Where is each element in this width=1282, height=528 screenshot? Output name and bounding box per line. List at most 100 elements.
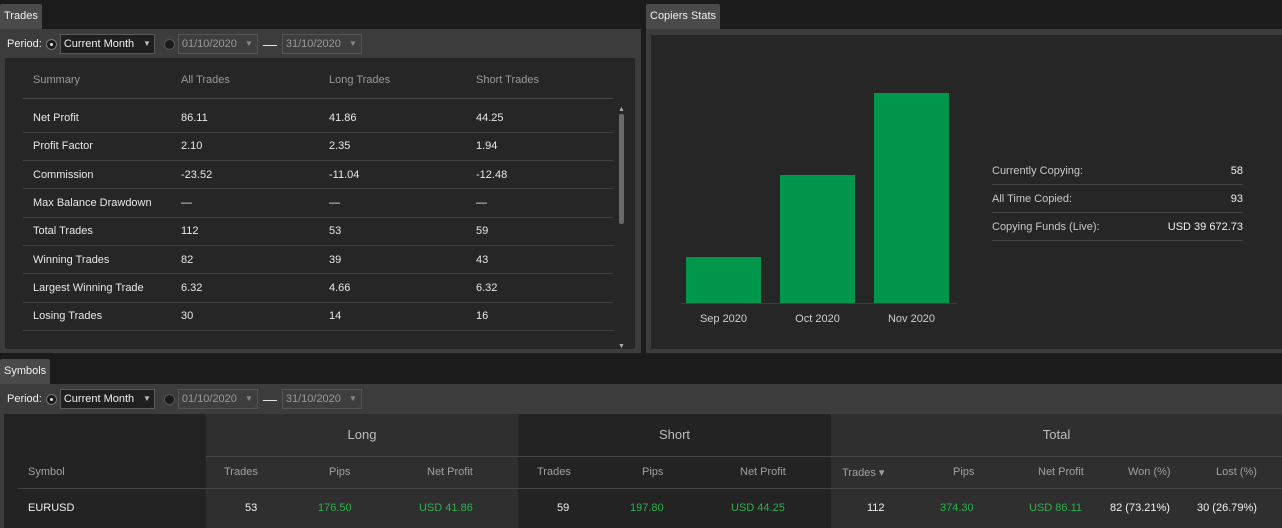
date-from-picker[interactable]: 01/10/2020 ▼ (177, 34, 258, 54)
stat-copying-funds: Copying Funds (Live): USD 39 672.73 (992, 213, 1243, 241)
stat-value: 58 (1230, 164, 1243, 177)
table-cell: 53 (319, 217, 466, 246)
header-divider (18, 488, 1282, 489)
table-cell: Winning Trades (23, 245, 171, 275)
column-header-total-trades[interactable]: Trades ▾ (842, 466, 884, 479)
table-cell: 2.10 (171, 132, 319, 162)
chevron-down-icon: ▼ (244, 394, 253, 403)
table-cell: 44.25 (466, 104, 613, 133)
table-row: Winning Trades 82 39 43 (23, 245, 613, 275)
table-cell: -23.52 (171, 160, 319, 190)
tab-trades[interactable]: Trades (0, 4, 42, 29)
column-header-lost[interactable]: Lost (%) (1216, 466, 1257, 478)
date-to-picker[interactable]: 31/10/2020 ▼ (281, 389, 362, 409)
table-cell: Profit Factor (23, 132, 171, 162)
column-header-short-pips[interactable]: Pips (642, 466, 663, 478)
table-cell: Losing Trades (23, 302, 171, 331)
trades-period-controls: Period: Current Month ▼ 01/10/2020 ▼ — 3… (7, 34, 362, 54)
table-cell: 41.86 (319, 104, 466, 133)
table-cell: 30 (171, 302, 319, 331)
trades-summary-table: Summary All Trades Long Trades Short Tra… (23, 58, 613, 331)
scroll-up-icon[interactable]: ▲ (618, 106, 625, 113)
period-preset-radio[interactable] (45, 393, 57, 405)
table-cell: 2.35 (319, 132, 466, 162)
stat-label: Copying Funds (Live): (992, 220, 1100, 233)
group-header-total: Total (1042, 427, 1071, 442)
stat-currently-copying: Currently Copying: 58 (992, 157, 1243, 185)
period-label: Period: (7, 38, 42, 50)
column-header-total-pips[interactable]: Pips (953, 466, 974, 478)
date-separator: — (262, 391, 277, 407)
table-cell: 43 (466, 245, 613, 275)
group-header-long: Long (347, 427, 377, 442)
table-cell: 82 (171, 245, 319, 275)
period-select[interactable]: Current Month ▼ (59, 389, 155, 409)
symbol-cell[interactable]: EURUSD (28, 502, 74, 514)
table-cell: 16 (466, 302, 613, 331)
table-cell: 6.32 (466, 273, 613, 303)
short-trades-cell: 59 (557, 502, 570, 514)
long-trades-cell: 53 (245, 502, 258, 514)
long-pips-cell: 176.50 (318, 502, 352, 514)
date-from-picker[interactable]: 01/10/2020 ▼ (177, 389, 258, 409)
chevron-down-icon: ▼ (348, 39, 357, 48)
period-custom-radio[interactable] (163, 38, 175, 50)
date-from-value: 01/10/2020 (181, 38, 237, 50)
column-header-long-pips[interactable]: Pips (329, 466, 350, 478)
chevron-down-icon: ▼ (348, 394, 357, 403)
column-header: All Trades (181, 73, 230, 86)
table-cell: -12.48 (466, 160, 613, 190)
table-cell: -11.04 (319, 160, 466, 190)
table-row: Profit Factor 2.10 2.35 1.94 (23, 132, 613, 162)
total-pips-cell: 374.30 (940, 502, 974, 514)
tab-symbols[interactable]: Symbols (0, 359, 51, 384)
table-cell: Total Trades (23, 217, 171, 246)
date-from-value: 01/10/2020 (181, 393, 237, 405)
column-header-long-profit[interactable]: Net Profit (427, 466, 473, 478)
stat-value: USD 39 672.73 (1167, 220, 1243, 233)
period-custom-radio[interactable] (163, 393, 175, 405)
table-cell: 4.66 (319, 273, 466, 303)
column-header-short-profit[interactable]: Net Profit (740, 466, 786, 478)
period-label: Period: (7, 393, 42, 405)
table-cell: 112 (171, 217, 319, 246)
date-to-picker[interactable]: 31/10/2020 ▼ (281, 34, 362, 54)
group-header-short: Short (658, 427, 691, 442)
column-header-total-profit[interactable]: Net Profit (1038, 466, 1084, 478)
chart-x-tick-label: Oct 2020 (795, 313, 840, 325)
date-to-value: 31/10/2020 (285, 393, 341, 405)
column-header: Short Trades (476, 73, 539, 86)
stat-all-time-copied: All Time Copied: 93 (992, 185, 1243, 213)
scroll-down-icon[interactable]: ▼ (618, 343, 625, 350)
trades-panel: Period: Current Month ▼ 01/10/2020 ▼ — 3… (0, 29, 641, 353)
table-cell: — (171, 188, 319, 218)
long-profit-cell: USD 41.86 (419, 502, 473, 514)
lost-cell: 30 (26.79%) (1197, 502, 1257, 514)
column-header: Long Trades (329, 73, 391, 86)
chart-bar (686, 256, 761, 303)
chevron-down-icon: ▼ (142, 394, 151, 403)
stat-label: All Time Copied: (992, 192, 1073, 205)
scrollbar-thumb[interactable] (619, 114, 624, 224)
short-profit-cell: USD 44.25 (731, 502, 785, 514)
column-header-symbol[interactable]: Symbol (28, 466, 65, 478)
stat-label: Currently Copying: (992, 164, 1084, 177)
tab-copiers-stats[interactable]: Copiers Stats (646, 4, 721, 29)
column-header-won[interactable]: Won (%) (1128, 466, 1171, 478)
period-preset-radio[interactable] (45, 38, 57, 50)
column-header-long-trades[interactable]: Trades (224, 466, 258, 478)
won-cell: 82 (73.21%) (1110, 502, 1170, 514)
short-pips-cell: 197.80 (630, 502, 664, 514)
period-select-value: Current Month (63, 393, 135, 405)
table-cell: 1.94 (466, 132, 613, 162)
vertical-scrollbar[interactable]: ▲ ▼ (616, 106, 626, 350)
column-header-short-trades[interactable]: Trades (537, 466, 571, 478)
period-select[interactable]: Current Month ▼ (59, 34, 155, 54)
total-trades-cell: 112 (867, 502, 885, 514)
chart-bar (874, 93, 949, 303)
table-row: Commission -23.52 -11.04 -12.48 (23, 160, 613, 190)
table-cell: Commission (23, 160, 171, 190)
chevron-down-icon: ▼ (142, 39, 151, 48)
column-header: Summary (33, 73, 81, 86)
table-cell: — (319, 188, 466, 218)
